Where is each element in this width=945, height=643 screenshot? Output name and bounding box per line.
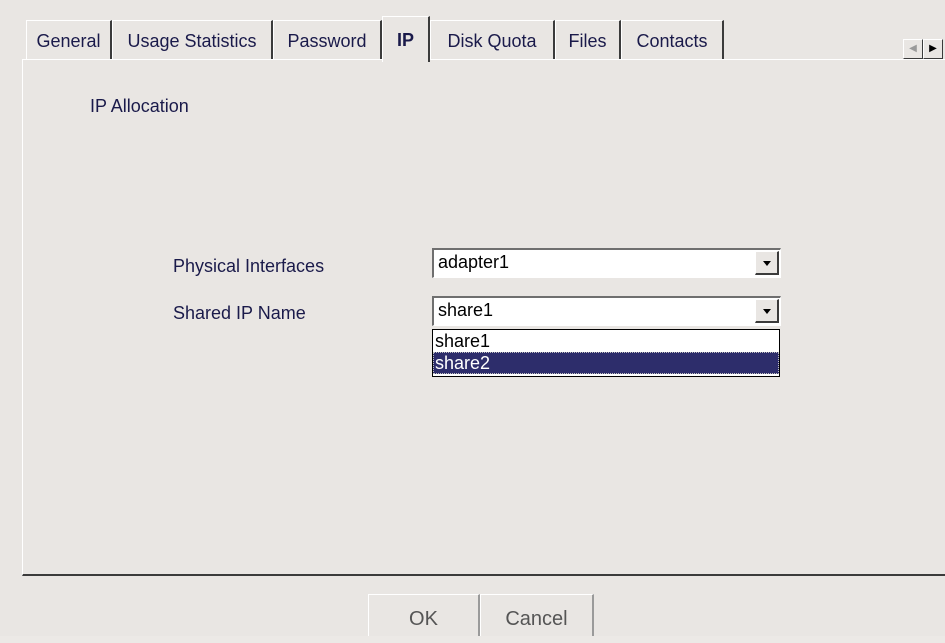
physical-interfaces-select[interactable]: adapter1 (432, 248, 781, 278)
physical-interfaces-value: adapter1 (438, 252, 510, 272)
ok-button[interactable]: OK (368, 594, 480, 636)
arrow-right-icon[interactable]: ▶ (923, 39, 943, 59)
tab-disk-quota[interactable]: Disk Quota (430, 20, 555, 60)
tab-password[interactable]: Password (273, 20, 382, 60)
shared-ip-name-label: Shared IP Name (173, 303, 306, 323)
tab-contacts[interactable]: Contacts (621, 20, 724, 60)
tab-files[interactable]: Files (555, 20, 621, 60)
tab-panel-ip: IP Allocation Physical Interfaces adapte… (22, 59, 945, 576)
arrow-left-icon[interactable]: ◀ (903, 39, 923, 59)
shared-ip-name-value: share1 (438, 300, 494, 320)
dropdown-arrow-button[interactable] (755, 251, 779, 275)
tab-scroll-control: ◀ ▶ (901, 39, 945, 59)
tab-ip[interactable]: IP (382, 16, 430, 62)
tab-general[interactable]: General (26, 20, 112, 60)
tab-strip: General Usage Statistics Password IP Dis… (26, 16, 945, 62)
shared-ip-name-dropdown-list: share1 share2 (432, 329, 780, 377)
physical-interfaces-label: Physical Interfaces (173, 256, 325, 276)
section-title: IP Allocation (90, 96, 189, 116)
dropdown-option-share1[interactable]: share1 (433, 330, 779, 352)
shared-ip-name-select[interactable]: share1 (432, 296, 781, 326)
dropdown-arrow-button[interactable] (755, 299, 779, 323)
dialog-window: General Usage Statistics Password IP Dis… (0, 0, 945, 636)
cancel-button[interactable]: Cancel (480, 594, 594, 636)
chevron-down-icon (763, 309, 771, 314)
dropdown-option-share2[interactable]: share2 (433, 352, 779, 374)
chevron-down-icon (763, 261, 771, 266)
tab-usage-statistics[interactable]: Usage Statistics (112, 20, 273, 60)
